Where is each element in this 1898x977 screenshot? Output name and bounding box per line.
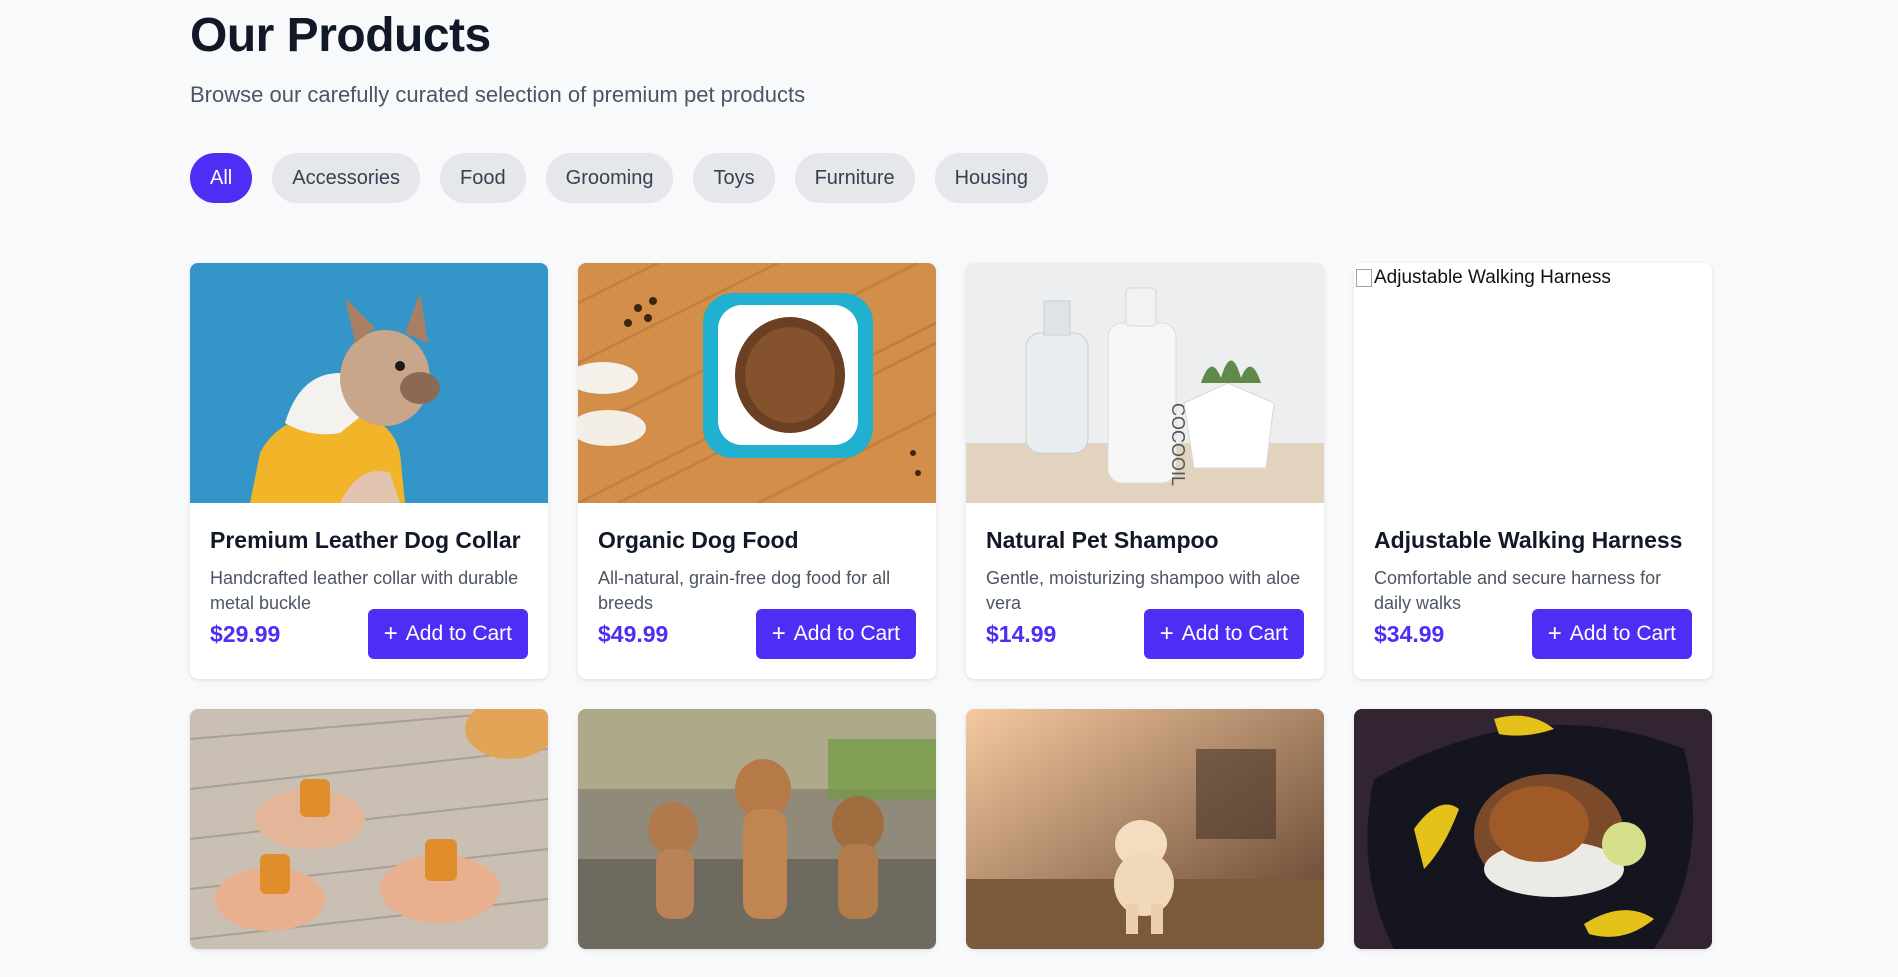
add-to-cart-button[interactable]: + Add to Cart bbox=[1143, 609, 1304, 659]
filter-furniture[interactable]: Furniture bbox=[794, 153, 915, 203]
plus-icon: + bbox=[1159, 620, 1174, 647]
product-image-broken: Adjustable Walking Harness bbox=[1354, 263, 1712, 503]
product-image-shampoo: COCOOIL bbox=[966, 263, 1324, 503]
product-card[interactable] bbox=[578, 709, 936, 949]
product-card[interactable]: Premium Leather Dog Collar Handcrafted l… bbox=[190, 263, 548, 679]
product-image-dog-hoodie bbox=[190, 263, 548, 503]
add-to-cart-label: Add to Cart bbox=[1569, 622, 1676, 645]
product-price: $49.99 bbox=[598, 620, 669, 647]
product-card[interactable] bbox=[190, 709, 548, 949]
product-image-dog-treats bbox=[190, 709, 548, 949]
filter-housing[interactable]: Housing bbox=[934, 153, 1048, 203]
product-image-running-puppy bbox=[966, 709, 1324, 949]
product-name: Organic Dog Food bbox=[598, 527, 799, 553]
product-image-dog-food bbox=[578, 263, 936, 503]
filter-grooming[interactable]: Grooming bbox=[545, 153, 674, 203]
add-to-cart-label: Add to Cart bbox=[793, 622, 900, 645]
filter-toys[interactable]: Toys bbox=[693, 153, 775, 203]
plus-icon: + bbox=[1547, 620, 1562, 647]
add-to-cart-label: Add to Cart bbox=[1181, 622, 1288, 645]
product-card[interactable]: Organic Dog Food All-natural, grain-free… bbox=[578, 263, 936, 679]
product-name: Natural Pet Shampoo bbox=[986, 527, 1219, 553]
plus-icon: + bbox=[383, 620, 398, 647]
page-subtitle: Browse our carefully curated selection o… bbox=[190, 82, 806, 107]
product-grid: Premium Leather Dog Collar Handcrafted l… bbox=[190, 263, 1712, 949]
product-price: $14.99 bbox=[986, 620, 1057, 647]
add-to-cart-button[interactable]: + Add to Cart bbox=[1531, 609, 1692, 659]
product-price: $34.99 bbox=[1374, 620, 1445, 647]
category-filters: All Accessories Food Grooming Toys Furni… bbox=[190, 153, 1048, 203]
filter-accessories[interactable]: Accessories bbox=[272, 153, 421, 203]
filter-all[interactable]: All bbox=[190, 153, 253, 203]
bottle-label: COCOOIL bbox=[1168, 403, 1188, 486]
product-card[interactable]: COCOOIL Natural Pet Shampoo Gentle, mois… bbox=[966, 263, 1324, 679]
add-to-cart-button[interactable]: + Add to Cart bbox=[367, 609, 528, 659]
add-to-cart-label: Add to Cart bbox=[405, 622, 512, 645]
image-alt-text: Adjustable Walking Harness bbox=[1374, 267, 1611, 288]
product-name: Adjustable Walking Harness bbox=[1374, 527, 1683, 553]
product-card[interactable]: Adjustable Walking Harness Adjustable Wa… bbox=[1354, 263, 1712, 679]
product-image-puppies bbox=[578, 709, 936, 949]
filter-food[interactable]: Food bbox=[440, 153, 526, 203]
add-to-cart-button[interactable]: + Add to Cart bbox=[755, 609, 916, 659]
product-card[interactable] bbox=[966, 709, 1324, 949]
product-image-plated-food bbox=[1354, 709, 1712, 949]
product-name: Premium Leather Dog Collar bbox=[210, 527, 521, 553]
page-title: Our Products bbox=[190, 9, 491, 62]
plus-icon: + bbox=[771, 620, 786, 647]
product-price: $29.99 bbox=[210, 620, 281, 647]
product-card[interactable] bbox=[1354, 709, 1712, 949]
broken-image-alt: Adjustable Walking Harness bbox=[1356, 267, 1611, 289]
broken-image-icon bbox=[1356, 269, 1372, 287]
